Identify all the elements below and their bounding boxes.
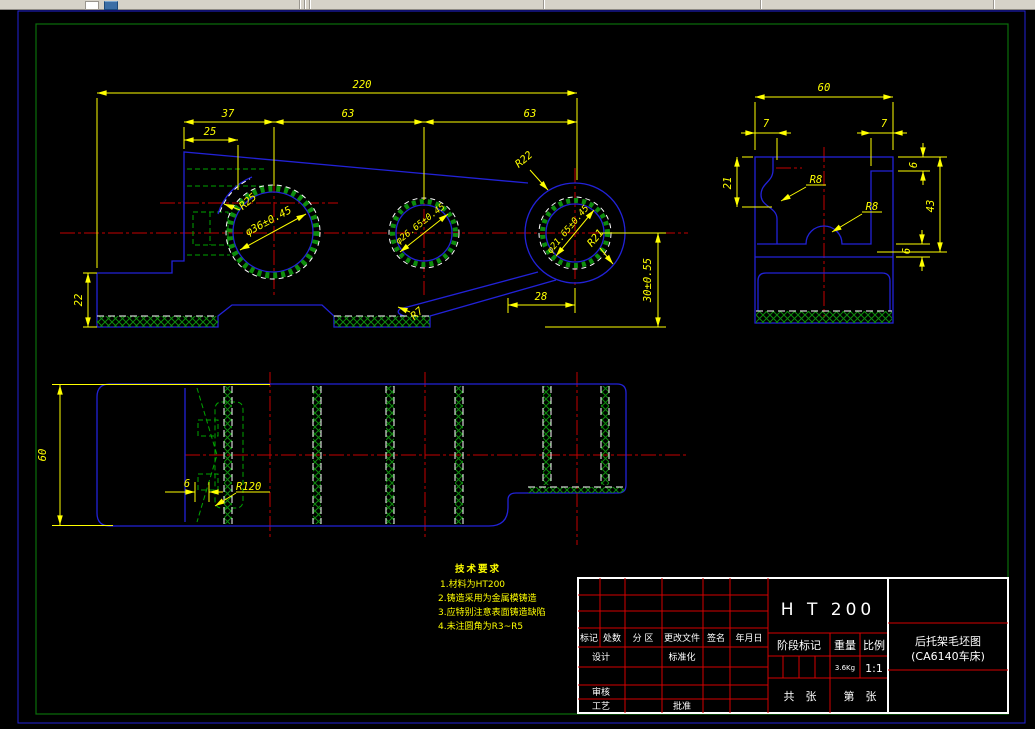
- dim-63a: 63: [342, 108, 355, 120]
- application-window: 220 37 63 63 25 22 28 30±0.55 φ36±0.45 φ…: [0, 0, 1035, 729]
- cell-change-file: 更改文件: [664, 632, 700, 644]
- toolbar-separator: [993, 0, 994, 9]
- cell-scale-value: 1:1: [865, 662, 883, 675]
- toolbar-separator: [304, 0, 305, 9]
- notes-line-4: 4.未注圆角为R3~R5: [438, 620, 523, 632]
- dim-60-side: 60: [818, 82, 831, 94]
- bottom-centerlines: [185, 372, 688, 545]
- dim-dia-hole2: φ26.65±0.45: [394, 202, 447, 247]
- material-designation: H T 200: [781, 600, 875, 620]
- dim-63b: 63: [524, 108, 537, 120]
- dim-r21: R21: [585, 227, 606, 249]
- cell-weight-label: 重量: [834, 638, 856, 652]
- cell-sheet-total: 共 张: [784, 690, 817, 703]
- cell-design: 设计: [592, 651, 610, 663]
- side-centerlines: [776, 147, 825, 318]
- cell-count: 处数: [603, 632, 621, 644]
- cell-signature: 签名: [707, 632, 725, 644]
- toolbar[interactable]: [0, 0, 1035, 10]
- dim-6b: 6: [901, 248, 913, 254]
- dim-r22: R22: [513, 149, 535, 170]
- dim-r8b: R8: [866, 201, 879, 213]
- dim-30: 30±0.55: [642, 258, 654, 303]
- cell-stage-mark: 阶段标记: [777, 638, 821, 652]
- dim-43: 43: [925, 200, 937, 213]
- side-allowance-pad: [756, 310, 892, 323]
- cell-approve: 批准: [673, 700, 691, 712]
- cad-drawing-canvas[interactable]: 220 37 63 63 25 22 28 30±0.55 φ36±0.45 φ…: [0, 0, 1035, 729]
- app-icon[interactable]: [104, 1, 118, 10]
- dim-37: 37: [221, 108, 235, 120]
- dim-21: 21: [722, 177, 734, 190]
- bottom-view: 60 6 R120: [37, 372, 688, 545]
- toolbar-separator: [309, 0, 310, 9]
- dim-22: 22: [73, 294, 85, 307]
- dim-25: 25: [204, 126, 217, 138]
- dim-7a: 7: [763, 118, 770, 130]
- dim-6a: 6: [908, 162, 920, 168]
- drawing-name-line2: (CA6140车床): [911, 649, 985, 663]
- cell-scale-label: 比例: [863, 638, 885, 652]
- cell-weight-value: 3.6Kg: [835, 664, 855, 672]
- cell-process: 工艺: [592, 701, 610, 712]
- dim-r120: R120: [236, 481, 261, 493]
- toolbar-button[interactable]: [85, 1, 99, 10]
- notes-line-1: 1.材料为HT200: [440, 578, 505, 590]
- side-dimensions: 60 7 7 21 43 6 6 R8 R8: [722, 82, 947, 271]
- dim-7b: 7: [881, 118, 888, 130]
- dim-r8a: R8: [810, 174, 823, 186]
- notes-line-2: 2.铸造采用为金属模铸造: [438, 592, 537, 604]
- side-view: 60 7 7 21 43 6 6 R8 R8: [722, 82, 947, 324]
- technical-notes: 技术要求 1.材料为HT200 2.铸造采用为金属模铸造 3.应特别注意表面铸造…: [438, 563, 546, 632]
- dim-28: 28: [535, 291, 548, 303]
- drawing-name-line1: 后托架毛坯图: [915, 634, 981, 648]
- toolbar-separator: [760, 0, 761, 9]
- toolbar-separator: [299, 0, 300, 9]
- cell-zone: 分 区: [633, 633, 654, 644]
- notes-line-3: 3.应特别注意表面铸造缺陷: [438, 606, 546, 618]
- dim-60-bottom: 60: [37, 449, 49, 462]
- cell-date: 年月日: [735, 632, 762, 644]
- title-block: 标记 处数 分 区 更改文件 签名 年月日 设计 标准化 审核 工艺 批准 H …: [577, 577, 1009, 714]
- front-view: 220 37 63 63 25 22 28 30±0.55 φ36±0.45 φ…: [60, 79, 688, 328]
- cell-mark: 标记: [580, 632, 598, 644]
- cell-standardize: 标准化: [668, 651, 695, 663]
- dim-6-bottom: 6: [184, 478, 190, 490]
- toolbar-separator: [543, 0, 544, 9]
- front-allowance-pads: [97, 315, 430, 327]
- notes-heading: 技术要求: [455, 563, 501, 575]
- cell-sheet-index: 第 张: [844, 689, 877, 703]
- dim-220: 220: [353, 79, 372, 91]
- dim-dia-hole3: φ21.65±0.45: [545, 204, 591, 256]
- cell-check: 审核: [592, 686, 610, 698]
